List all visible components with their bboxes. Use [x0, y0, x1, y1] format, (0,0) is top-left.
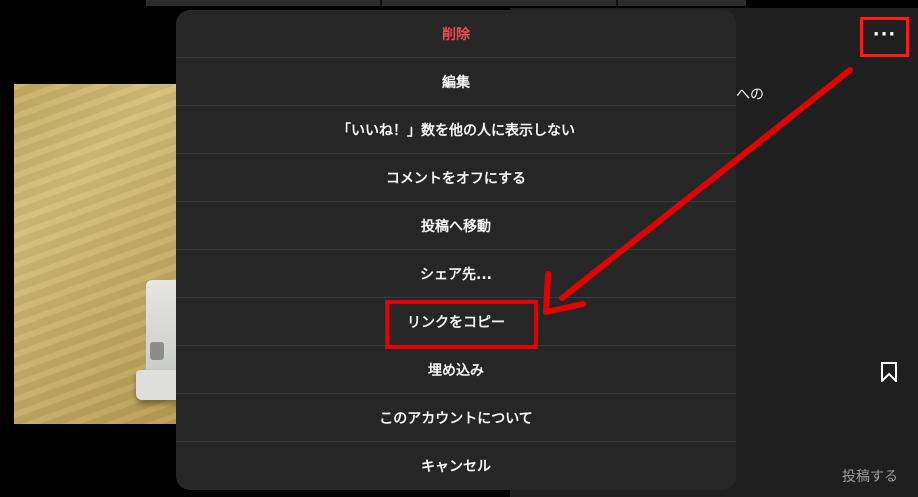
menu-item-delete[interactable]: 削除 [176, 10, 736, 58]
screen: への ··· 投稿する 削除 編集 「いいね！」数を他の人に表示しない コメント… [0, 0, 918, 497]
menu-item-turn-off-comments[interactable]: コメントをオフにする [176, 154, 736, 202]
menu-item-copy-link[interactable]: リンクをコピー [176, 298, 736, 346]
post-image [14, 84, 176, 424]
hole-punch-body [146, 280, 176, 376]
top-thumbnail-strip [146, 0, 746, 6]
menu-item-share-to[interactable]: シェア先... [176, 250, 736, 298]
menu-item-cancel[interactable]: キャンセル [176, 442, 736, 490]
menu-item-edit[interactable]: 編集 [176, 58, 736, 106]
menu-item-embed[interactable]: 埋め込み [176, 346, 736, 394]
bookmark-icon[interactable] [879, 362, 899, 382]
caption-text: への [736, 87, 764, 103]
post-button[interactable]: 投稿する [842, 466, 898, 486]
hole-punch-base [136, 370, 176, 400]
more-options-icon[interactable]: ··· [860, 17, 909, 57]
menu-item-go-to-post[interactable]: 投稿へ移動 [176, 202, 736, 250]
menu-item-hide-like-count[interactable]: 「いいね！」数を他の人に表示しない [176, 106, 736, 154]
options-menu: 削除 編集 「いいね！」数を他の人に表示しない コメントをオフにする 投稿へ移動… [176, 10, 736, 490]
menu-item-about-account[interactable]: このアカウントについて [176, 394, 736, 442]
